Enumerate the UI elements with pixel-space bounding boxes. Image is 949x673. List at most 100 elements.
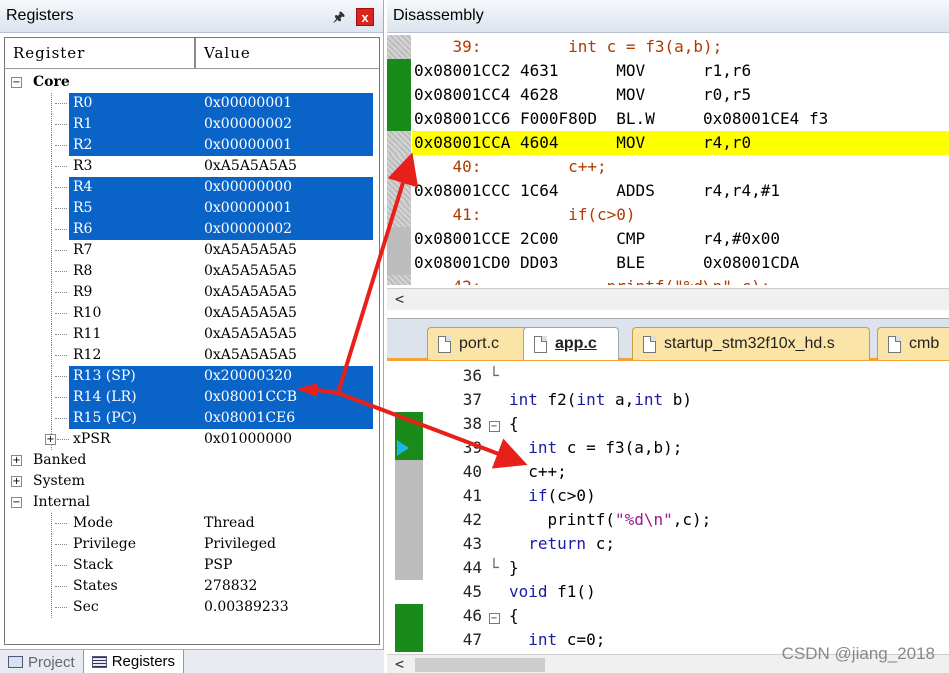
coverage-marker[interactable] xyxy=(395,604,423,628)
coverage-marker[interactable] xyxy=(395,532,423,556)
column-header-value[interactable]: Value xyxy=(196,38,379,68)
disassembly-line[interactable]: 41: if(c>0) xyxy=(387,203,949,227)
collapse-icon[interactable]: − xyxy=(11,77,22,88)
register-value[interactable]: 278832 xyxy=(201,576,373,597)
register-value[interactable]: 0xA5A5A5A5 xyxy=(201,303,373,324)
code-line[interactable]: 44 └} xyxy=(387,556,949,580)
register-row[interactable]: R3 0xA5A5A5A5 xyxy=(5,156,379,177)
code-line[interactable]: 41 if(c>0) xyxy=(387,484,949,508)
register-row[interactable]: Stack PSP xyxy=(5,555,379,576)
code-line[interactable]: 42 printf("%d\n",c); xyxy=(387,508,949,532)
code-area[interactable]: 36 └ 37 int f2(int a,int b) 38−{39 int c = f… xyxy=(387,364,949,654)
register-row[interactable]: R6 0x00000002 xyxy=(5,219,379,240)
coverage-marker[interactable] xyxy=(387,275,411,285)
expand-icon[interactable]: + xyxy=(45,434,56,445)
disassembly-line[interactable]: 0x08001CC6 F000F80D BL.W 0x08001CE4 f3 xyxy=(387,107,949,131)
fold-toggle-icon[interactable]: − xyxy=(486,604,502,628)
code-line[interactable]: 39 int c = f3(a,b); xyxy=(387,436,949,460)
register-value[interactable]: Thread xyxy=(201,513,373,534)
register-row[interactable]: Sec 0.00389233 xyxy=(5,597,379,618)
coverage-marker[interactable] xyxy=(395,556,423,580)
register-row[interactable]: Mode Thread xyxy=(5,513,379,534)
disassembly-line[interactable]: 0x08001CCE 2C00 CMP r4,#0x00 xyxy=(387,227,949,251)
register-row[interactable]: + Banked xyxy=(5,450,379,471)
coverage-marker[interactable] xyxy=(395,628,423,652)
register-value[interactable]: 0.00389233 xyxy=(201,597,373,618)
tab-registers[interactable]: Registers xyxy=(82,650,185,673)
close-button[interactable]: x xyxy=(356,8,374,26)
scroll-left-icon[interactable]: < xyxy=(395,290,404,308)
tab-startup-s[interactable]: startup_stm32f10x_hd.s xyxy=(632,327,870,360)
register-value[interactable]: 0x00000000 xyxy=(201,177,373,198)
register-value[interactable]: 0x00000002 xyxy=(201,219,373,240)
register-row[interactable]: + System xyxy=(5,471,379,492)
register-row[interactable]: R1 0x00000002 xyxy=(5,114,379,135)
collapse-icon[interactable]: − xyxy=(11,497,22,508)
register-row[interactable]: R9 0xA5A5A5A5 xyxy=(5,282,379,303)
tab-port-c[interactable]: port.c xyxy=(427,327,535,360)
coverage-marker[interactable] xyxy=(387,59,411,83)
disassembly-current-line[interactable]: 0x08001CCA 4604 MOV r4,r0 xyxy=(387,131,949,155)
register-row[interactable]: R13 (SP) 0x20000320 xyxy=(5,366,379,387)
code-line[interactable]: 45 void f1() xyxy=(387,580,949,604)
fold-toggle-icon[interactable]: − xyxy=(486,412,502,436)
register-value[interactable]: 0x00000001 xyxy=(201,198,373,219)
register-value[interactable]: 0xA5A5A5A5 xyxy=(201,324,373,345)
tab-cmb[interactable]: cmb xyxy=(877,327,949,360)
disassembly-line[interactable]: 0x08001CC4 4628 MOV r0,r5 xyxy=(387,83,949,107)
register-row[interactable]: R4 0x00000000 xyxy=(5,177,379,198)
coverage-marker[interactable] xyxy=(387,227,411,251)
expand-icon[interactable]: + xyxy=(11,476,22,487)
expand-icon[interactable]: + xyxy=(11,455,22,466)
disassembly-line[interactable]: 39: int c = f3(a,b); xyxy=(387,35,949,59)
coverage-marker[interactable] xyxy=(387,83,411,107)
register-value[interactable]: 0xA5A5A5A5 xyxy=(201,282,373,303)
disassembly-line[interactable]: 0x08001CC2 4631 MOV r1,r6 xyxy=(387,59,949,83)
coverage-marker[interactable] xyxy=(395,508,423,532)
register-row[interactable]: − Core xyxy=(5,72,379,93)
coverage-marker[interactable] xyxy=(395,460,423,484)
code-line[interactable]: 37 int f2(int a,int b) xyxy=(387,388,949,412)
register-value[interactable]: 0x08001CE6 xyxy=(201,408,373,429)
register-row[interactable]: R15 (PC) 0x08001CE6 xyxy=(5,408,379,429)
disassembly-hscrollbar[interactable]: < xyxy=(387,288,949,310)
register-value[interactable]: 0x08001CCB xyxy=(201,387,373,408)
register-row[interactable]: − Internal xyxy=(5,492,379,513)
coverage-marker[interactable] xyxy=(395,388,423,412)
coverage-marker[interactable] xyxy=(387,131,411,155)
code-line[interactable]: 46−{ xyxy=(387,604,949,628)
scroll-left-icon[interactable]: < xyxy=(395,655,404,673)
coverage-marker[interactable] xyxy=(395,364,423,388)
register-value[interactable]: 0x00000001 xyxy=(201,135,373,156)
disassembly-line[interactable]: 40: c++; xyxy=(387,155,949,179)
coverage-marker[interactable] xyxy=(387,35,411,59)
disassembly-line[interactable]: 0x08001CD0 DD03 BLE 0x08001CDA xyxy=(387,251,949,275)
register-value[interactable]: Privileged xyxy=(201,534,373,555)
code-line[interactable]: 38−{ xyxy=(387,412,949,436)
register-value[interactable]: 0x01000000 xyxy=(201,429,373,450)
coverage-marker[interactable] xyxy=(387,251,411,275)
coverage-marker[interactable] xyxy=(387,107,411,131)
register-value[interactable]: 0x00000002 xyxy=(201,114,373,135)
coverage-marker[interactable] xyxy=(387,179,411,203)
register-row[interactable]: R14 (LR) 0x08001CCB xyxy=(5,387,379,408)
column-header-register[interactable]: Register xyxy=(5,38,196,68)
register-row[interactable]: R2 0x00000001 xyxy=(5,135,379,156)
register-row[interactable]: States 278832 xyxy=(5,576,379,597)
tab-project[interactable]: Project xyxy=(0,650,83,673)
register-row[interactable]: R7 0xA5A5A5A5 xyxy=(5,240,379,261)
register-row[interactable]: R8 0xA5A5A5A5 xyxy=(5,261,379,282)
register-row[interactable]: Privilege Privileged xyxy=(5,534,379,555)
pin-icon[interactable]: 🖈︎ xyxy=(333,8,345,30)
coverage-marker[interactable] xyxy=(395,484,423,508)
register-row[interactable]: + xPSR 0x01000000 xyxy=(5,429,379,450)
register-value[interactable]: 0x00000001 xyxy=(201,93,373,114)
register-value[interactable]: PSP xyxy=(201,555,373,576)
coverage-marker[interactable] xyxy=(395,580,423,604)
disassembly-line[interactable]: 42: printf("%d\n",c); xyxy=(387,275,949,285)
coverage-marker[interactable] xyxy=(395,412,423,436)
code-line[interactable]: 36 └ xyxy=(387,364,949,388)
register-row[interactable]: R12 0xA5A5A5A5 xyxy=(5,345,379,366)
register-value[interactable]: 0xA5A5A5A5 xyxy=(201,261,373,282)
register-row[interactable]: R10 0xA5A5A5A5 xyxy=(5,303,379,324)
